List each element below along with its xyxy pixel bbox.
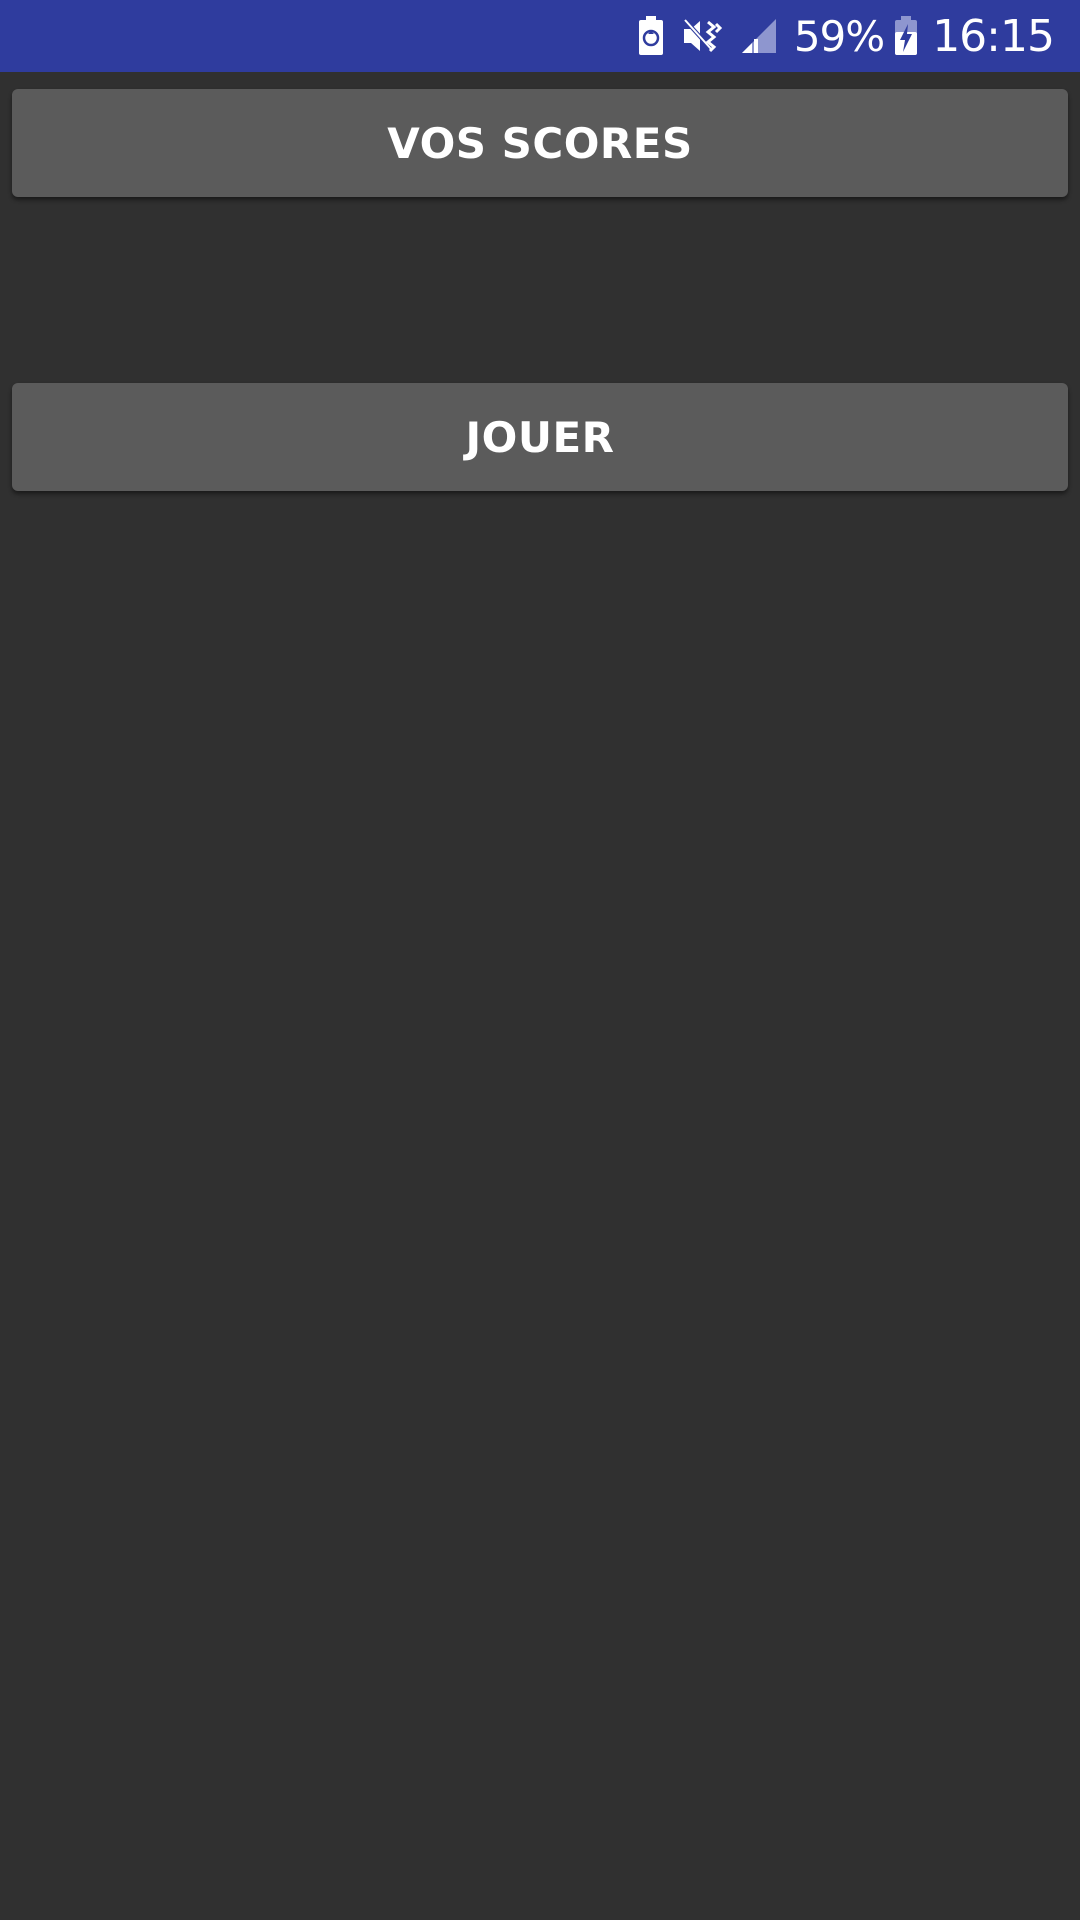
battery-saver-icon [638, 16, 664, 56]
battery-percent: 59% [793, 11, 885, 61]
your-scores-label: VOS SCORES [387, 118, 693, 168]
battery-charging-icon [894, 16, 918, 56]
play-label: JOUER [465, 412, 615, 462]
vibrate-mute-icon [682, 16, 722, 56]
status-icons: 59% 16:15 [638, 0, 1055, 72]
clock-time: 16:15 [932, 10, 1055, 62]
status-bar: 59% 16:15 [0, 0, 1080, 72]
your-scores-button[interactable]: VOS SCORES [12, 89, 1068, 197]
play-button[interactable]: JOUER [12, 383, 1068, 491]
signal-icon [740, 17, 778, 55]
